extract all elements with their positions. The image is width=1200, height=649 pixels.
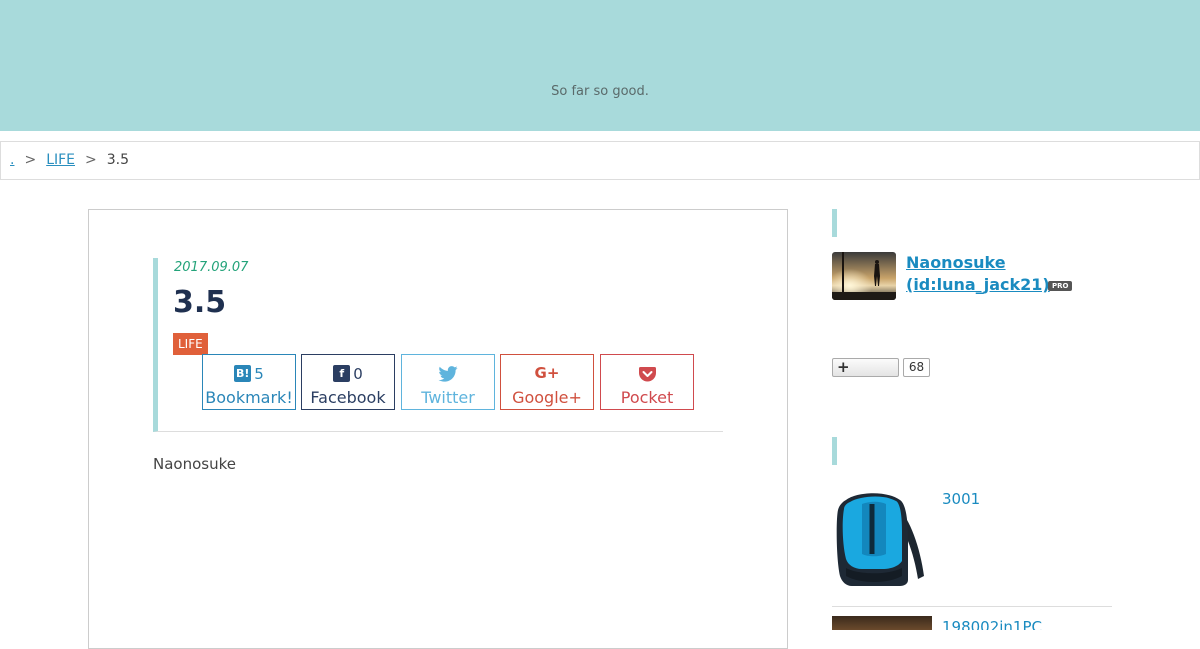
pocket-icon	[638, 366, 656, 381]
breadcrumb-home-link[interactable]: .	[10, 152, 14, 168]
backpack-thumbnail[interactable]	[832, 488, 932, 588]
site-header: So far so good.	[0, 0, 1200, 131]
pro-badge: PRO	[1048, 281, 1073, 291]
profile-name-link[interactable]: Naonosuke (id:luna_jack21)	[906, 252, 1106, 296]
twitter-icon	[438, 365, 458, 382]
entry-date[interactable]: 2017.09.07	[174, 260, 248, 275]
entry-title[interactable]: 3.5	[173, 285, 226, 320]
hatena-icon: B!	[234, 365, 252, 382]
facebook-icon: f	[333, 365, 351, 382]
sidebar-section-heading	[832, 437, 837, 465]
google-plus-icon: G+	[534, 364, 560, 382]
google-plus-label: Google+	[512, 388, 582, 407]
facebook-share-button[interactable]: f0 Facebook	[301, 354, 395, 410]
entry-author: Naonosuke	[153, 455, 236, 473]
related-entry-title[interactable]: 3001	[942, 488, 980, 510]
breadcrumb-category-link[interactable]: LIFE	[46, 152, 75, 168]
divider	[832, 606, 1112, 607]
related-entry[interactable]: 3001	[832, 488, 1112, 598]
related-entry-title[interactable]: 198002in1PC	[942, 616, 1042, 630]
breadcrumb-separator: >	[85, 152, 97, 168]
profile-display-name: Naonosuke	[906, 253, 1006, 272]
hatena-bookmark-button[interactable]: B! 5 Bookmark!	[202, 354, 296, 410]
google-plus-share-button[interactable]: G+ Google+	[500, 354, 594, 410]
twitter-share-button[interactable]: Twitter	[401, 354, 495, 410]
follower-count: 68	[903, 358, 930, 377]
site-tagline: So far so good.	[551, 84, 649, 99]
related-thumbnail[interactable]	[832, 616, 932, 630]
related-entry[interactable]: 198002in1PC	[832, 616, 1112, 630]
hatena-count: 5	[254, 364, 264, 383]
avatar[interactable]	[832, 252, 896, 300]
facebook-label: Facebook	[310, 388, 386, 407]
sidebar-section-heading	[832, 209, 837, 237]
follow-button[interactable]: +	[832, 358, 899, 377]
twitter-label: Twitter	[421, 388, 475, 407]
pocket-label: Pocket	[620, 388, 674, 407]
pocket-share-button[interactable]: Pocket	[600, 354, 694, 410]
breadcrumb-current: 3.5	[106, 152, 130, 168]
profile-id: (id:luna_jack21)	[906, 275, 1050, 294]
plus-icon: +	[837, 358, 850, 376]
breadcrumb-separator: >	[24, 152, 37, 168]
facebook-count: 0	[353, 364, 363, 383]
category-tag[interactable]: LIFE	[173, 333, 208, 355]
hatena-label: Bookmark!	[205, 388, 293, 407]
breadcrumb: . > LIFE >3.5	[0, 141, 1200, 180]
